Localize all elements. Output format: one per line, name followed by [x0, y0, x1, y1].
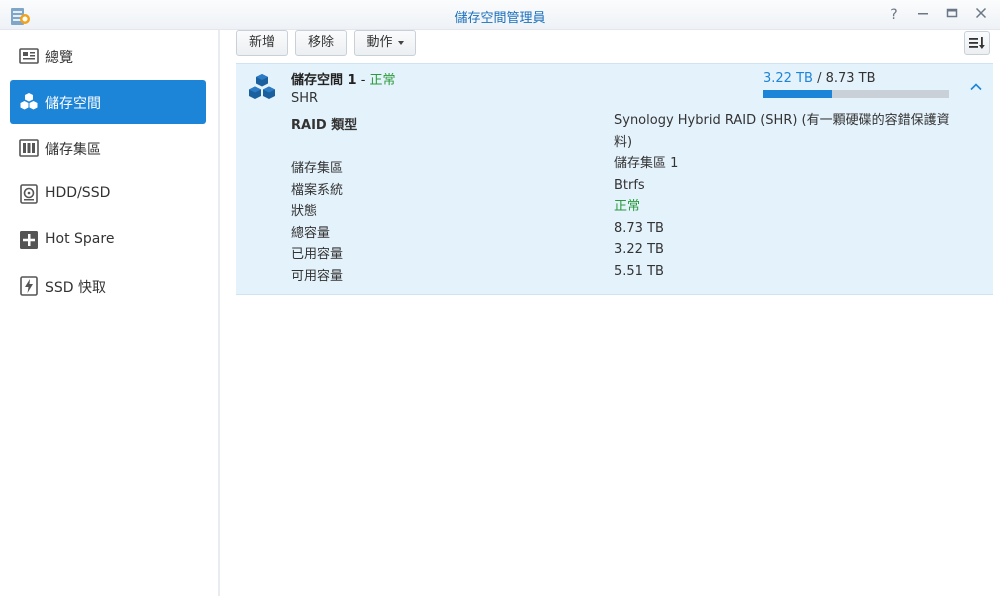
detail-label-free: 可用容量 [291, 269, 344, 284]
usage-bar [763, 90, 949, 98]
volume-raid-type: SHR [291, 91, 319, 106]
title-bar: 儲存空間管理員 ? [0, 0, 1000, 30]
volume-cubes-icon [249, 74, 275, 99]
total-capacity: 8.73 TB [825, 71, 876, 86]
action-label: 動作 [366, 35, 393, 50]
overview-icon [19, 48, 39, 64]
close-icon[interactable] [971, 5, 991, 25]
detail-value-free: 5.51 TB [614, 264, 664, 279]
detail-value-status: 正常 [614, 199, 641, 214]
detail-value-pool: 儲存集區 1 [614, 156, 679, 171]
volume-usage: 3.22 TB / 8.73 TB [763, 71, 876, 86]
create-button[interactable]: 新增 [236, 30, 288, 56]
usage-bar-fill [763, 90, 832, 98]
sort-button[interactable] [964, 31, 990, 55]
sidebar-item-label: HDD/SSD [45, 185, 111, 201]
detail-value-raid: Synology Hybrid RAID (SHR) (有一顆硬碟的容錯保護資料… [614, 113, 950, 150]
sidebar-item-hot-spare[interactable]: Hot Spare [10, 218, 206, 262]
sidebar-item-label: SSD 快取 [45, 280, 107, 296]
volume-panel[interactable]: 儲存空間 1 - 正常 SHR 3.22 TB / 8.73 TB RAID 類… [236, 63, 993, 295]
remove-button[interactable]: 移除 [295, 30, 347, 56]
detail-label-used: 已用容量 [291, 247, 344, 262]
volume-separator: - [356, 73, 370, 88]
sidebar-item-label: 儲存空間 [45, 96, 101, 112]
detail-label-total: 總容量 [291, 226, 331, 241]
chevron-down-icon [397, 40, 404, 45]
detail-label-pool: 儲存集區 [291, 161, 344, 176]
volume-title: 儲存空間 1 - 正常 [291, 69, 396, 88]
help-icon[interactable]: ? [884, 5, 904, 25]
usage-separator: / [812, 71, 826, 86]
action-dropdown-button[interactable]: 動作 [354, 30, 416, 56]
detail-label-filesystem: 檔案系統 [291, 183, 344, 198]
detail-value-total: 8.73 TB [614, 221, 664, 236]
sort-icon [969, 37, 985, 49]
maximize-icon[interactable] [942, 5, 962, 25]
volume-name: 儲存空間 1 [291, 73, 357, 88]
sidebar-item-volume[interactable]: 儲存空間 [10, 80, 206, 124]
sidebar-divider [218, 30, 220, 596]
disk-icon [20, 184, 38, 204]
window-title: 儲存空間管理員 [454, 11, 546, 26]
sidebar-item-label: 總覽 [45, 50, 73, 66]
used-capacity: 3.22 TB [763, 71, 813, 86]
volume-status: 正常 [369, 73, 396, 88]
sidebar-item-hdd-ssd[interactable]: HDD/SSD [10, 172, 206, 216]
storage-pool-icon [19, 139, 39, 157]
sidebar-item-storage-pool[interactable]: 儲存集區 [10, 126, 206, 170]
chevron-up-icon[interactable] [969, 80, 983, 94]
detail-value-used: 3.22 TB [614, 242, 664, 257]
sidebar-item-overview[interactable]: 總覽 [10, 34, 206, 78]
ssd-cache-icon [20, 276, 38, 296]
minimize-icon[interactable] [913, 5, 933, 25]
sidebar: 總覽 儲存空間 儲存集區 HDD/SSD Hot Spare SSD 快取 [0, 30, 218, 596]
sidebar-item-ssd-cache[interactable]: SSD 快取 [10, 264, 206, 308]
detail-label-raid: RAID 類型 [291, 118, 358, 133]
sidebar-item-label: Hot Spare [45, 231, 115, 247]
sidebar-item-label: 儲存集區 [45, 142, 101, 158]
hot-spare-icon [20, 231, 38, 249]
volume-cubes-icon [20, 93, 38, 110]
detail-label-status: 狀態 [291, 204, 318, 219]
detail-value-filesystem: Btrfs [614, 178, 645, 193]
